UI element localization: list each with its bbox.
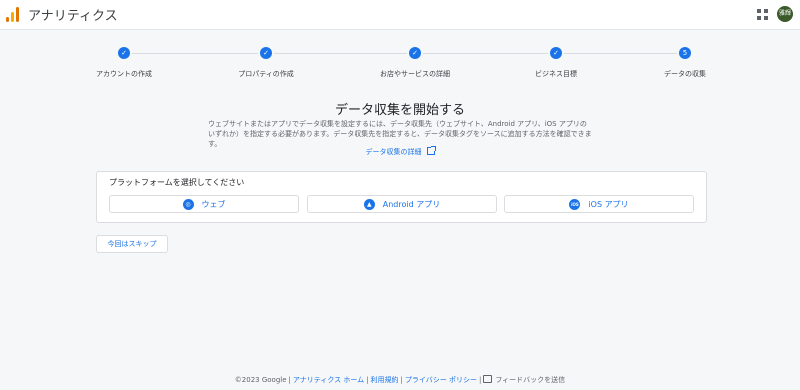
ios-platform-label: iOS アプリ <box>588 199 629 209</box>
analytics-home-link[interactable]: アナリティクス ホーム <box>293 376 364 384</box>
data-collection-details-link[interactable]: データ収集の詳細 <box>0 146 800 157</box>
step-label: お店やサービスの詳細 <box>380 70 450 78</box>
android-platform-label: Android アプリ <box>382 199 441 209</box>
page-title: データ収集を開始する <box>334 103 465 118</box>
web-platform-label: ウェブ <box>201 199 226 209</box>
step-check-icon: ✓ <box>260 47 272 59</box>
setup-stepper: ✓ アカウントの作成 ✓ プロパティの作成 ✓ お店やサービスの詳細 ✓ ビジネ… <box>0 44 800 84</box>
step-business-details: ✓ お店やサービスの詳細 <box>345 47 485 79</box>
top-bar: アナリティクス 雅輝 <box>0 0 800 30</box>
web-platform-button[interactable]: ◎ ウェブ <box>109 195 299 213</box>
step-label: データの収集 <box>664 70 706 78</box>
avatar[interactable]: 雅輝 <box>777 6 793 22</box>
step-check-icon: ✓ <box>118 47 130 59</box>
details-link-label[interactable]: データ収集の詳細 <box>366 148 422 156</box>
app-title: アナリティクス <box>28 9 118 24</box>
step-number: 5 <box>679 47 691 59</box>
open-in-new-icon <box>426 146 436 155</box>
skip-button[interactable]: 今回はスキップ <box>96 235 168 253</box>
android-platform-button[interactable]: ▲ Android アプリ <box>307 195 497 213</box>
page-description: ウェブサイトまたはアプリでデータ収集を設定するには、データ収集先（ウェブサイト、… <box>208 120 592 148</box>
step-account: ✓ アカウントの作成 <box>54 47 194 79</box>
platform-card: プラットフォームを選択してください ◎ ウェブ ▲ Android アプリ iO… <box>96 171 707 223</box>
footer: ©2023 Google | アナリティクス ホーム | 利用規約 | プライバシー ポリシ… <box>234 375 566 384</box>
step-business-goals: ✓ ビジネス目標 <box>486 47 626 79</box>
step-check-icon: ✓ <box>409 47 421 59</box>
feedback-link[interactable]: フィードバックを送信 <box>495 376 565 384</box>
step-label: プロパティの作成 <box>238 70 294 78</box>
globe-icon: ◎ <box>182 198 194 210</box>
step-data-collection: 5 データの収集 <box>615 47 755 79</box>
platform-card-title: プラットフォームを選択してください <box>109 178 245 187</box>
terms-link[interactable]: 利用規約 <box>371 376 399 384</box>
step-label: ビジネス目標 <box>535 70 577 78</box>
feedback-icon <box>483 375 493 383</box>
apps-grid-icon[interactable] <box>757 9 768 20</box>
step-property: ✓ プロパティの作成 <box>196 47 336 79</box>
privacy-link[interactable]: プライバシー ポリシー <box>405 376 477 384</box>
ios-icon: iOS <box>569 198 581 210</box>
ios-platform-button[interactable]: iOS iOS アプリ <box>504 195 694 213</box>
analytics-logo-icon[interactable] <box>6 6 21 22</box>
step-check-icon: ✓ <box>550 47 562 59</box>
copyright: ©2023 Google <box>234 376 287 384</box>
android-icon: ▲ <box>363 198 375 210</box>
step-label: アカウントの作成 <box>96 70 152 78</box>
